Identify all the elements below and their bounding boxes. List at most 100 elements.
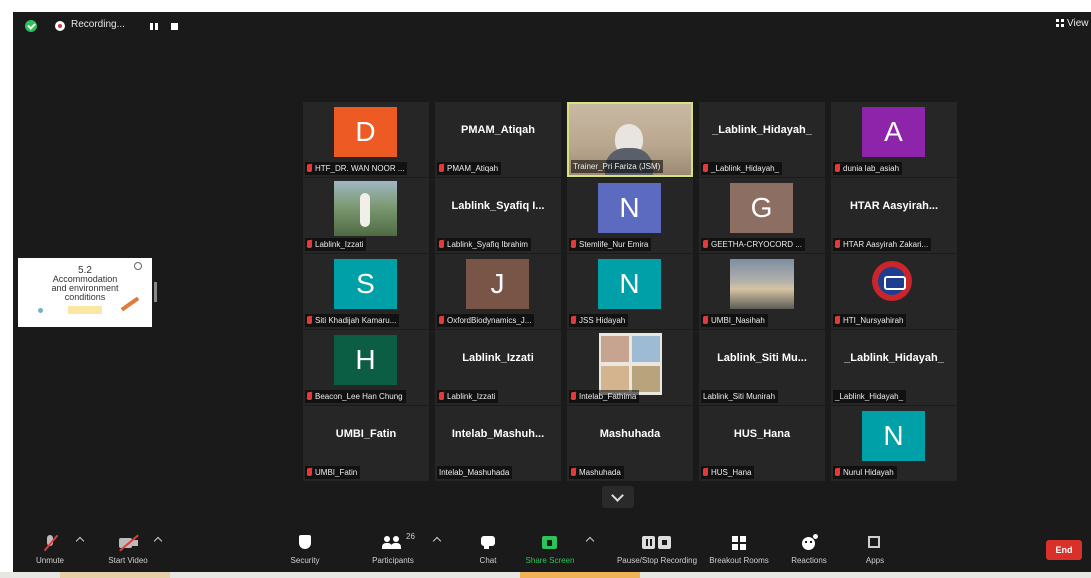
participant-name-text: Lablink_Siti Munirah (703, 392, 776, 401)
participant-name-label: Trainer_Pri Fariza (JSM) (571, 160, 664, 173)
share-screen-button[interactable]: Share Screen (521, 534, 579, 565)
participant-tile[interactable]: N JSS Hidayah (567, 254, 693, 329)
participant-avatar: N (598, 259, 661, 309)
participant-avatar: A (862, 107, 925, 157)
participant-display-name: Mashuhada (599, 428, 661, 440)
participant-tile[interactable]: J OxfordBiodynamics_J... (435, 254, 561, 329)
chat-icon (480, 534, 496, 552)
participant-tile[interactable]: Mashuhada Mashuhada (567, 406, 693, 481)
participant-name-text: PMAM_Atiqah (447, 164, 499, 173)
participant-name-label: HTF_DR. WAN NOOR ... (305, 162, 408, 175)
pause-recording-icon[interactable] (150, 23, 158, 30)
participant-avatar: J (466, 259, 529, 309)
security-button[interactable]: Security (283, 534, 327, 565)
participant-name-label: Beacon_Lee Han Chung (305, 390, 406, 403)
gallery-next-page-button[interactable] (602, 486, 634, 508)
participant-tile[interactable]: Lablink_Izzati Lablink_Izzati (435, 330, 561, 405)
pause-stop-recording-button[interactable]: Pause/Stop Recording (607, 534, 707, 565)
participant-name-text: Trainer_Pri Fariza (JSM) (573, 162, 661, 171)
muted-mic-icon (571, 316, 576, 324)
reactions-button[interactable]: Reactions (785, 534, 833, 565)
pause-recording-label: Pause/Stop Recording (616, 556, 698, 565)
participant-name-text: _Lablink_Hidayah_ (835, 392, 904, 401)
share-options-caret[interactable] (585, 536, 595, 546)
participant-display-name: UMBI_Fatin (335, 428, 397, 440)
muted-mic-icon (439, 316, 444, 324)
participant-tile[interactable]: PMAM_Atiqah PMAM_Atiqah (435, 102, 561, 177)
participant-tile[interactable]: Intelab_Fathima (567, 330, 693, 405)
participant-tile[interactable]: Intelab_Mashuh... Intelab_Mashuhada (435, 406, 561, 481)
breakout-rooms-button[interactable]: Breakout Rooms (703, 534, 775, 565)
participant-tile[interactable]: HUS_Hana HUS_Hana (699, 406, 825, 481)
start-video-button[interactable]: Start Video (95, 534, 161, 565)
slide-highlight (68, 306, 102, 314)
chat-button[interactable]: Chat (468, 534, 508, 565)
participants-button[interactable]: 26 Participants (363, 532, 423, 565)
reactions-label: Reactions (791, 556, 827, 565)
participant-display-name: _Lablink_Hidayah_ (844, 352, 944, 364)
participant-avatar: H (334, 335, 397, 385)
breakout-rooms-label: Breakout Rooms (709, 556, 769, 565)
participant-name-text: Lablink_Izzati (315, 240, 364, 249)
participant-name-label: Intelab_Mashuhada (437, 466, 513, 479)
participant-tile[interactable]: UMBI_Nasihah (699, 254, 825, 329)
apps-button[interactable]: Apps (857, 534, 893, 565)
participant-name-text: Lablink_Syafiq Ibrahim (447, 240, 528, 249)
unmute-button[interactable]: Unmute (27, 534, 73, 565)
audio-options-caret[interactable] (75, 536, 85, 546)
participant-tile[interactable]: S Siti Khadijah Kamaru... (303, 254, 429, 329)
encryption-shield-icon[interactable] (25, 20, 37, 32)
participant-tile[interactable]: Lablink_Izzati (303, 178, 429, 253)
muted-mic-icon (439, 392, 444, 400)
participant-photo (730, 259, 794, 309)
stop-recording-icon[interactable] (171, 23, 178, 30)
participant-tile[interactable]: N Stemlife_Nur Emira (567, 178, 693, 253)
muted-mic-icon (307, 164, 312, 172)
participant-tile[interactable]: _Lablink_Hidayah_ _Lablink_Hidayah_ (831, 330, 957, 405)
video-off-icon (117, 534, 139, 552)
view-button[interactable]: View (1056, 18, 1089, 29)
muted-mic-icon (307, 316, 312, 324)
participant-tile[interactable]: UMBI_Fatin UMBI_Fatin (303, 406, 429, 481)
participant-name-text: HTI_Nursyahirah (843, 316, 904, 325)
participants-count: 26 (406, 532, 415, 541)
muted-mic-icon (835, 164, 840, 172)
participant-avatar: N (862, 411, 925, 461)
participant-name-label: GEETHA-CRYOCORD ... (701, 238, 805, 251)
participant-name-text: UMBI_Fatin (315, 468, 358, 477)
participant-name-label: Lablink_Izzati (305, 238, 367, 251)
participant-display-name: _Lablink_Hidayah_ (712, 124, 812, 136)
chevron-down-icon (611, 489, 624, 502)
participant-display-name: Lablink_Siti Mu... (717, 352, 807, 364)
muted-mic-icon (703, 240, 708, 248)
participants-options-caret[interactable] (432, 536, 442, 546)
participant-photo (334, 181, 397, 236)
participant-tile[interactable]: HTI_Nursyahirah (831, 254, 957, 329)
participant-tile[interactable]: N Nurul Hidayah (831, 406, 957, 481)
participant-tile[interactable]: Lablink_Siti Mu... Lablink_Siti Munirah (699, 330, 825, 405)
participant-name-label: UMBI_Nasihah (701, 314, 768, 327)
thumbnail-resize-handle[interactable] (154, 282, 157, 302)
participant-name-label: Intelab_Fathima (569, 390, 640, 403)
end-meeting-button[interactable]: End (1046, 540, 1082, 560)
participant-name-text: Nurul Hidayah (843, 468, 894, 477)
participant-tile[interactable]: H Beacon_Lee Han Chung (303, 330, 429, 405)
recording-label: Recording... (71, 19, 125, 30)
breakout-rooms-icon (732, 534, 746, 552)
participant-tile[interactable]: Trainer_Pri Fariza (JSM) (567, 102, 693, 177)
participant-tile[interactable]: D HTF_DR. WAN NOOR ... (303, 102, 429, 177)
participant-display-name: HUS_Hana (733, 428, 791, 440)
participant-name-label: OxfordBiodynamics_J... (437, 314, 535, 327)
participant-tile[interactable]: HTAR Aasyirah... HTAR Aasyirah Zakari... (831, 178, 957, 253)
participant-tile[interactable]: _Lablink_Hidayah_ _Lablink_Hidayah_ (699, 102, 825, 177)
muted-mic-icon (571, 468, 576, 476)
participant-tile[interactable]: Lablink_Syafiq I... Lablink_Syafiq Ibrahi… (435, 178, 561, 253)
participant-tile[interactable]: G GEETHA-CRYOCORD ... (699, 178, 825, 253)
grid-view-icon (1056, 19, 1064, 27)
participant-tile[interactable]: Adunia lab_asiah (831, 102, 957, 177)
participant-name-text: Siti Khadijah Kamaru... (315, 316, 397, 325)
participant-name-text: _Lablink_Hidayah_ (711, 164, 780, 173)
participant-name-label: Lablink_Siti Munirah (701, 390, 779, 403)
shared-slide-thumbnail[interactable]: 5.2 Accommodation and environment condit… (18, 258, 152, 327)
recording-icon (55, 21, 65, 31)
